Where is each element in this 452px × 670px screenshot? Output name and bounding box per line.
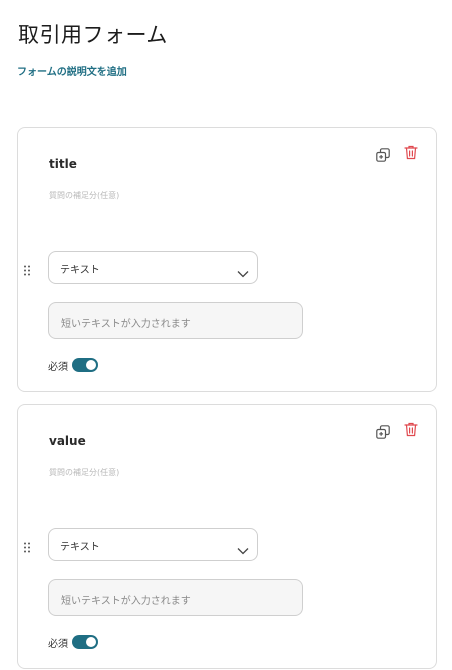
drag-handle-icon[interactable] bbox=[23, 538, 33, 553]
question-type-select[interactable]: テキスト bbox=[48, 251, 258, 284]
question-type-value: テキスト bbox=[60, 542, 100, 553]
question-title[interactable]: value bbox=[49, 434, 86, 448]
question-card: title 質問の補足分(任意) テキスト 短いテキストが入力されます 必須 bbox=[17, 127, 437, 392]
answer-preview-field: 短いテキストが入力されます bbox=[48, 579, 303, 616]
question-title[interactable]: title bbox=[49, 157, 77, 171]
add-description-link[interactable]: フォームの説明文を追加 bbox=[17, 63, 127, 78]
required-label: 必須 bbox=[48, 362, 68, 373]
answer-placeholder: 短いテキストが入力されます bbox=[61, 319, 191, 330]
question-help-field[interactable]: 質問の補足分(任意) bbox=[49, 467, 119, 478]
toggle-knob bbox=[86, 637, 96, 647]
drag-handle-icon[interactable] bbox=[23, 261, 33, 276]
question-help-field[interactable]: 質問の補足分(任意) bbox=[49, 190, 119, 201]
question-card: value 質問の補足分(任意) テキスト 短いテキストが入力されます 必須 bbox=[17, 404, 437, 669]
answer-placeholder: 短いテキストが入力されます bbox=[61, 596, 191, 607]
toggle-knob bbox=[86, 360, 96, 370]
chevron-down-icon bbox=[237, 263, 249, 278]
required-label: 必須 bbox=[48, 639, 68, 650]
form-title: 取引用フォーム bbox=[18, 23, 168, 47]
chevron-down-icon bbox=[237, 540, 249, 555]
trash-icon[interactable] bbox=[404, 145, 420, 161]
required-toggle[interactable] bbox=[72, 358, 98, 372]
copy-icon[interactable] bbox=[376, 147, 392, 163]
required-toggle[interactable] bbox=[72, 635, 98, 649]
answer-preview-field: 短いテキストが入力されます bbox=[48, 302, 303, 339]
question-type-value: テキスト bbox=[60, 265, 100, 276]
copy-icon[interactable] bbox=[376, 424, 392, 440]
question-type-select[interactable]: テキスト bbox=[48, 528, 258, 561]
trash-icon[interactable] bbox=[404, 422, 420, 438]
